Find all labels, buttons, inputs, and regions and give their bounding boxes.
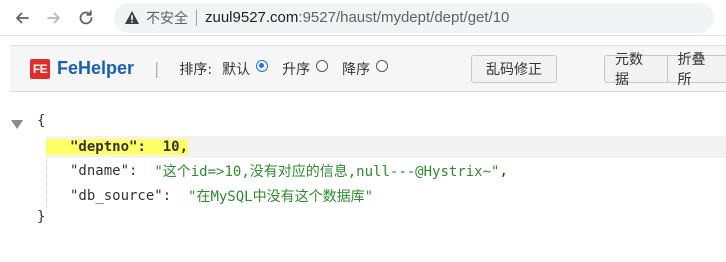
back-arrow-icon[interactable] <box>8 4 36 32</box>
collapse-toggle-icon[interactable] <box>11 120 23 129</box>
json-number-value: 10 <box>162 139 180 155</box>
json-key: "db_source" <box>70 188 163 204</box>
sort-default-radio[interactable] <box>256 59 269 72</box>
view-button-group: 元数据 折叠所 <box>604 52 726 88</box>
sort-desc-radio[interactable] <box>376 59 389 72</box>
sort-label: 排序: <box>179 61 213 78</box>
address-bar[interactable]: 不安全 zuul9527.com:9527/haust/mydept/dept/… <box>114 2 714 33</box>
fehelper-name: FeHelper <box>57 58 135 78</box>
raw-data-button[interactable]: 元数据 <box>604 52 668 88</box>
sort-asc-label: 升序 <box>282 61 311 78</box>
json-close-brace: } <box>37 209 46 225</box>
json-line-db-source: "db_source": "在MySQL中没有这个数据库" <box>46 185 726 207</box>
json-line-dname: "dname": "这个id=>10,没有对应的信息,null---@Hystr… <box>46 160 726 182</box>
json-pair-highlighted: "deptno": 10, <box>46 139 189 155</box>
json-viewer: { "deptno": 10, "dname": "这个id=>10,没有对应的… <box>0 110 726 260</box>
json-open-brace: { <box>37 113 46 129</box>
reload-icon[interactable] <box>72 4 100 32</box>
json-colon: : <box>137 139 146 155</box>
fehelper-logo-icon: FE <box>30 58 50 79</box>
address-divider <box>196 9 197 26</box>
sort-desc-option[interactable]: 降序 <box>342 59 389 79</box>
json-key: "deptno" <box>70 139 138 155</box>
json-line-deptno: "deptno": 10, <box>46 136 726 158</box>
url-path[interactable]: :9527/haust/mydept/dept/get/10 <box>298 9 509 26</box>
json-pair: "db_source": "在MySQL中没有这个数据库" <box>46 186 373 206</box>
json-string-value: "在MySQL中没有这个数据库" <box>188 189 374 205</box>
forward-arrow-icon[interactable] <box>40 4 68 32</box>
url-host[interactable]: zuul9527.com <box>205 9 298 26</box>
toolbar-divider: | <box>154 59 160 78</box>
json-comma: , <box>499 163 508 179</box>
sort-default-option[interactable]: 默认 <box>222 59 269 79</box>
json-key: "dname" <box>70 163 130 179</box>
json-pair: "dname": "这个id=>10,没有对应的信息,null---@Hystr… <box>46 161 508 181</box>
json-string-value: "这个id=>10,没有对应的信息,null---@Hystrix~" <box>154 164 500 180</box>
fix-encoding-button[interactable]: 乱码修正 <box>471 55 557 83</box>
json-colon: : <box>162 188 172 204</box>
sort-desc-label: 降序 <box>342 61 371 78</box>
sort-asc-option[interactable]: 升序 <box>282 59 329 79</box>
warning-icon[interactable] <box>124 10 140 25</box>
browser-toolbar: 不安全 zuul9527.com:9527/haust/mydept/dept/… <box>0 0 726 36</box>
security-status[interactable]: 不安全 <box>146 8 188 28</box>
fold-all-button[interactable]: 折叠所 <box>667 52 726 88</box>
json-comma: , <box>179 139 189 155</box>
fehelper-toolbar: FE FeHelper | 排序: 默认 升序 降序 乱码修正 元数据 折叠所 <box>10 45 726 92</box>
fehelper-logo[interactable]: FE FeHelper <box>30 58 134 79</box>
json-colon: : <box>129 163 138 179</box>
sort-default-label: 默认 <box>222 61 251 78</box>
sort-asc-radio[interactable] <box>316 59 329 72</box>
